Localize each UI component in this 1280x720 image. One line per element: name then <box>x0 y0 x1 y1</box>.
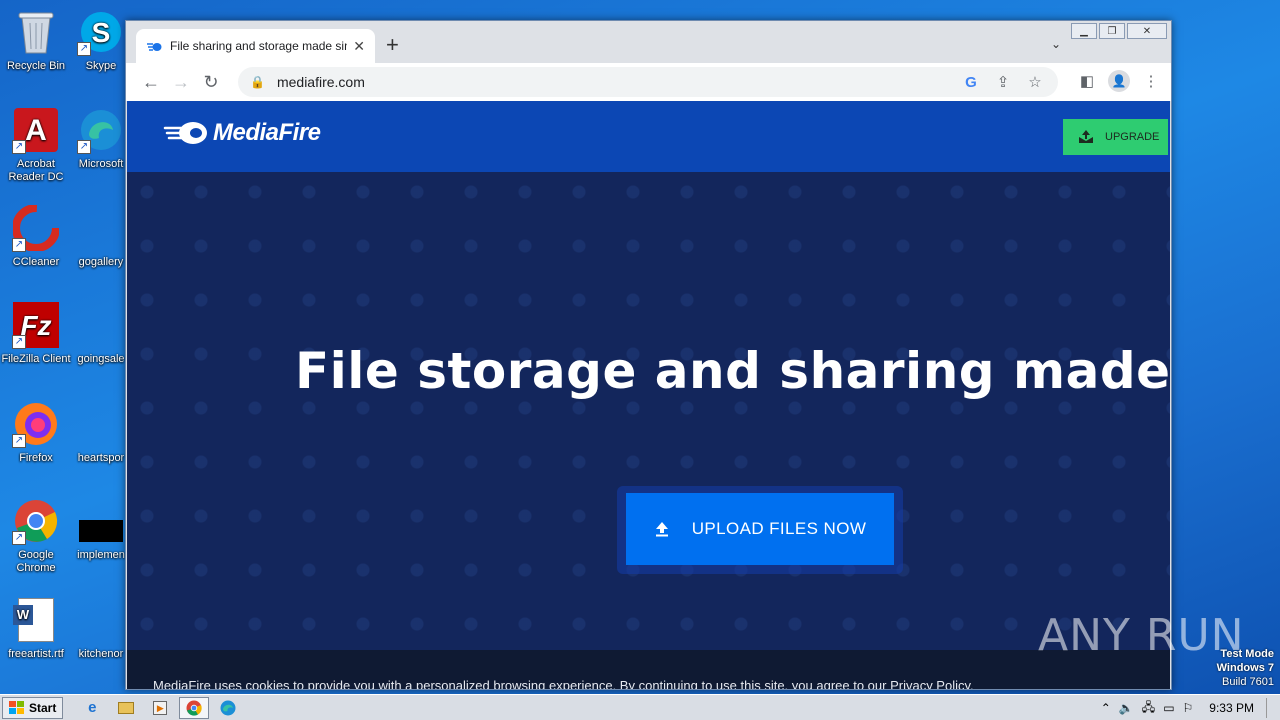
cookie-banner: MediaFire uses cookies to provide you wi… <box>127 650 1170 690</box>
ccleaner-icon: ↗ <box>12 204 60 252</box>
chrome-icon: ↗ <box>12 497 60 545</box>
upload-button-halo: UPLOAD FILES NOW <box>617 486 903 574</box>
desktop-icon-freeartist[interactable]: W freeartist.rtf <box>1 596 71 661</box>
build-text: Build 7601 <box>1222 676 1274 688</box>
test-mode-text: Test Mode <box>1220 648 1274 660</box>
tray-flag-icon[interactable]: ⚐ <box>1183 701 1194 715</box>
edge-icon: ↗ <box>77 106 125 154</box>
upgrade-box-icon <box>1079 130 1093 143</box>
desktop-icon-recycle-bin[interactable]: Recycle Bin <box>1 8 71 73</box>
system-tray: ⌃ 🔈 🖧 ▭ ⚐ 9:33 PM <box>1101 697 1276 719</box>
recycle-bin-icon <box>12 8 60 56</box>
new-tab-button[interactable]: + <box>386 33 399 57</box>
black-thumbnail-icon <box>77 497 125 545</box>
profile-avatar-icon[interactable]: 👤 <box>1105 67 1133 95</box>
taskbar-clock[interactable]: 9:33 PM <box>1209 701 1254 715</box>
shortcut-arrow-icon: ↗ <box>77 42 91 56</box>
minimize-button[interactable]: ▁ <box>1071 23 1097 39</box>
cookie-text: MediaFire uses cookies to provide you wi… <box>153 678 974 690</box>
hero-section: File storage and sharing made simple UPL… <box>127 172 1170 650</box>
browser-window: File sharing and storage made simple ✕ +… <box>125 20 1172 690</box>
window-controls: ▁ ❐ ✕ <box>1071 23 1167 39</box>
anyrun-watermark-text: ANY RUN <box>1038 610 1245 661</box>
desktop-icon-label: FileZilla Client <box>1 353 71 365</box>
filezilla-icon: Fz ↗ <box>12 301 60 349</box>
blank-file-icon <box>77 204 125 252</box>
tray-volume-icon[interactable]: 🔈 <box>1119 701 1134 715</box>
forward-button[interactable]: → <box>166 67 196 97</box>
upgrade-label: UPGRADE <box>1105 131 1160 143</box>
tray-display-icon[interactable]: ▭ <box>1163 701 1174 715</box>
anyrun-watermark: ANY RUN <box>1038 610 1245 661</box>
mediafire-logo-text: MediaFire <box>213 119 321 146</box>
desktop-icon-acrobat[interactable]: A ↗ Acrobat Reader DC <box>1 106 71 184</box>
mediafire-flame-icon <box>163 122 207 144</box>
shortcut-arrow-icon: ↗ <box>12 434 26 448</box>
address-bar[interactable]: 🔒 mediafire.com G ⇪ ☆ <box>238 67 1058 97</box>
show-desktop-icon[interactable] <box>1266 698 1276 718</box>
close-window-button[interactable]: ✕ <box>1127 23 1167 39</box>
os-text: Windows 7 <box>1216 662 1274 674</box>
desktop-icon-chrome[interactable]: ↗ Google Chrome <box>1 497 71 575</box>
page-content: MediaFire UPGRADE File storage and shari… <box>127 101 1170 690</box>
browser-toolbar: ← → ↻ 🔒 mediafire.com G ⇪ ☆ ◧ 👤 ⋮ <box>126 63 1171 101</box>
share-icon[interactable]: ⇪ <box>992 73 1014 91</box>
desktop-icon-label: CCleaner <box>12 256 60 268</box>
tab-search-chevron-icon[interactable]: ⌄ <box>1051 37 1061 51</box>
start-button[interactable]: Start <box>2 696 64 719</box>
taskbar-ie-icon[interactable]: e <box>77 697 107 719</box>
acrobat-icon: A ↗ <box>12 106 60 154</box>
tab-title: File sharing and storage made simple <box>170 39 347 53</box>
desktop-icon-firefox[interactable]: ↗ Firefox <box>1 400 71 465</box>
mediafire-favicon-icon <box>147 43 162 51</box>
desktop-icon-label: Google Chrome <box>16 549 56 574</box>
menu-kebab-icon[interactable]: ⋮ <box>1137 67 1165 95</box>
word-doc-icon: W <box>12 596 60 644</box>
blank-file-icon <box>77 596 125 644</box>
side-panel-icon[interactable]: ◧ <box>1073 67 1101 95</box>
desktop-icon-filezilla[interactable]: Fz ↗ FileZilla Client <box>1 301 71 366</box>
restore-button[interactable]: ❐ <box>1099 23 1125 39</box>
shortcut-arrow-icon: ↗ <box>12 140 26 154</box>
desktop-icon-ccleaner[interactable]: ↗ CCleaner <box>1 204 71 269</box>
back-button[interactable]: ← <box>136 67 166 97</box>
reload-button[interactable]: ↻ <box>196 67 226 97</box>
upgrade-button[interactable]: UPGRADE <box>1063 119 1168 155</box>
google-lens-icon[interactable]: G <box>960 74 982 91</box>
firefox-icon: ↗ <box>12 400 60 448</box>
blank-file-icon <box>77 400 125 448</box>
shortcut-arrow-icon: ↗ <box>77 140 91 154</box>
taskbar: Start e ▶ ⌃ 🔈 🖧 ▭ ⚐ 9:33 PM <box>0 694 1280 720</box>
mediafire-logo[interactable]: MediaFire <box>163 119 321 147</box>
upload-files-button[interactable]: UPLOAD FILES NOW <box>626 493 894 565</box>
taskbar-explorer-icon[interactable] <box>111 697 141 719</box>
desktop-icon-label: Recycle Bin <box>6 60 66 72</box>
blank-file-icon <box>77 301 125 349</box>
tray-network-icon[interactable]: 🖧 <box>1142 698 1155 719</box>
shortcut-arrow-icon: ↗ <box>12 531 26 545</box>
tab-bar: File sharing and storage made simple ✕ +… <box>126 21 1171 63</box>
tab-mediafire[interactable]: File sharing and storage made simple ✕ <box>136 29 375 63</box>
upload-files-label: UPLOAD FILES NOW <box>691 519 867 538</box>
shortcut-arrow-icon: ↗ <box>12 335 26 349</box>
taskbar-chrome-icon[interactable] <box>179 696 210 719</box>
hero-title: File storage and sharing made simple <box>295 342 1170 400</box>
shortcut-arrow-icon: ↗ <box>12 238 26 252</box>
taskbar-media-player-icon[interactable]: ▶ <box>145 697 175 719</box>
bookmark-star-icon[interactable]: ☆ <box>1024 73 1046 91</box>
skype-icon: S ↗ <box>77 8 125 56</box>
start-label: Start <box>29 700 57 715</box>
upload-arrow-icon <box>655 522 668 537</box>
taskbar-edge-icon[interactable] <box>213 697 243 719</box>
desktop-icon-label: Firefox <box>19 452 53 464</box>
mediafire-header: MediaFire UPGRADE <box>127 101 1170 172</box>
url-text[interactable]: mediafire.com <box>277 74 960 90</box>
desktop-icon-label: freeartist.rtf <box>8 648 64 660</box>
test-mode-label: Test Mode Windows 7 Build 7601 <box>1217 647 1274 689</box>
windows-logo-icon <box>9 700 24 714</box>
desktop-icon-label: Acrobat Reader DC <box>8 158 64 183</box>
tray-expand-chevron-icon[interactable]: ⌃ <box>1101 701 1111 715</box>
lock-icon[interactable]: 🔒 <box>250 75 265 89</box>
close-tab-icon[interactable]: ✕ <box>353 38 365 55</box>
